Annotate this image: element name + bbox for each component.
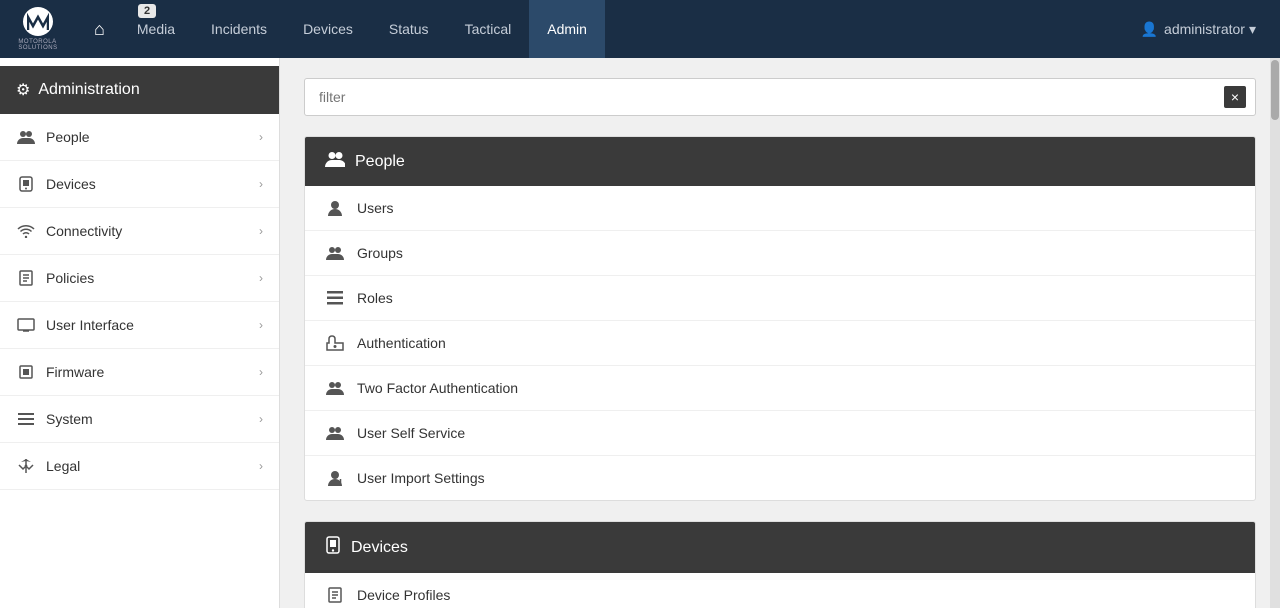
sidebar-system-label: System <box>46 411 93 427</box>
people-section-title: People <box>355 153 405 171</box>
device-profiles-item[interactable]: Device Profiles <box>305 573 1255 608</box>
people-section-header: People <box>305 137 1255 186</box>
sidebar-devices-label: Devices <box>46 176 96 192</box>
roles-item[interactable]: Roles <box>305 276 1255 321</box>
filter-input[interactable] <box>304 78 1256 116</box>
sidebar: ⚙ Administration People › Devices › <box>0 58 280 608</box>
home-button[interactable]: ⌂ <box>80 0 119 58</box>
device-profiles-icon <box>325 587 345 603</box>
import-label: User Import Settings <box>357 470 485 486</box>
roles-label: Roles <box>357 290 393 306</box>
sidebar-header: ⚙ Administration <box>0 66 279 114</box>
sidebar-item-connectivity[interactable]: Connectivity › <box>0 208 279 255</box>
self-service-label: User Self Service <box>357 425 465 441</box>
system-icon <box>16 409 36 429</box>
sidebar-policies-label: Policies <box>46 270 94 286</box>
filter-bar: × <box>304 78 1256 116</box>
people-icon <box>16 127 36 147</box>
users-item[interactable]: Users <box>305 186 1255 231</box>
two-factor-icon <box>325 381 345 395</box>
sidebar-people-label: People <box>46 129 90 145</box>
chevron-icon: › <box>259 459 263 473</box>
sidebar-item-user-interface[interactable]: User Interface › <box>0 302 279 349</box>
user-caret-icon: ▾ <box>1249 21 1256 38</box>
nav-devices[interactable]: Devices <box>285 0 371 58</box>
roles-icon <box>325 291 345 305</box>
scrollbar-thumb[interactable] <box>1271 60 1279 120</box>
chevron-icon: › <box>259 177 263 191</box>
user-self-service-item[interactable]: User Self Service <box>305 411 1255 456</box>
sidebar-item-firmware[interactable]: Firmware › <box>0 349 279 396</box>
user-import-item[interactable]: User Import Settings <box>305 456 1255 500</box>
username-label: administrator <box>1164 21 1245 37</box>
chevron-icon: › <box>259 224 263 238</box>
import-icon <box>325 470 345 486</box>
devices-section-header: Devices <box>305 522 1255 573</box>
groups-item[interactable]: Groups <box>305 231 1255 276</box>
content-area: × People Users Groups <box>280 58 1280 608</box>
wifi-icon <box>16 221 36 241</box>
chevron-icon: › <box>259 412 263 426</box>
devices-section: Devices Device Profiles <box>304 521 1256 608</box>
scrollbar-track[interactable] <box>1270 58 1280 608</box>
sidebar-item-system[interactable]: System › <box>0 396 279 443</box>
nav-incidents[interactable]: Incidents <box>193 0 285 58</box>
two-factor-item[interactable]: Two Factor Authentication <box>305 366 1255 411</box>
sidebar-ui-label: User Interface <box>46 317 134 333</box>
sidebar-connectivity-label: Connectivity <box>46 223 122 239</box>
chevron-icon: › <box>259 271 263 285</box>
firmware-icon <box>16 362 36 382</box>
nav-tactical[interactable]: Tactical <box>447 0 530 58</box>
sidebar-item-people[interactable]: People › <box>0 114 279 161</box>
chevron-icon: › <box>259 365 263 379</box>
logo-circle <box>23 7 53 36</box>
nav-admin[interactable]: Admin <box>529 0 605 58</box>
user-menu[interactable]: 👤 administrator ▾ <box>1129 21 1268 38</box>
sidebar-item-legal[interactable]: Legal › <box>0 443 279 490</box>
brand: MOTOROLASOLUTIONS <box>12 7 64 51</box>
motorola-m-icon <box>27 13 49 31</box>
devices-icon <box>16 174 36 194</box>
devices-section-icon <box>325 536 341 559</box>
devices-section-title: Devices <box>351 539 408 557</box>
self-service-icon <box>325 426 345 440</box>
user-icon: 👤 <box>1141 21 1158 38</box>
gear-icon: ⚙ <box>16 80 30 100</box>
filter-clear-button[interactable]: × <box>1224 86 1246 108</box>
chevron-icon: › <box>259 318 263 332</box>
sidebar-legal-label: Legal <box>46 458 80 474</box>
authentication-label: Authentication <box>357 335 446 351</box>
users-label: Users <box>357 200 394 216</box>
device-profiles-label: Device Profiles <box>357 587 450 603</box>
sidebar-item-policies[interactable]: Policies › <box>0 255 279 302</box>
authentication-item[interactable]: Authentication <box>305 321 1255 366</box>
people-section-icon <box>325 151 345 172</box>
authentication-icon <box>325 335 345 351</box>
sidebar-item-devices[interactable]: Devices › <box>0 161 279 208</box>
sidebar-firmware-label: Firmware <box>46 364 104 380</box>
chevron-icon: › <box>259 130 263 144</box>
filter-input-wrap: × <box>304 78 1256 116</box>
nav-status[interactable]: Status <box>371 0 447 58</box>
policies-icon <box>16 268 36 288</box>
home-icon: ⌂ <box>94 19 105 40</box>
main-container: ⚙ Administration People › Devices › <box>0 58 1280 608</box>
groups-icon <box>325 246 345 260</box>
user-icon <box>325 200 345 216</box>
nav-links: ⌂ Media Incidents Devices Status Tactica… <box>80 0 1129 58</box>
people-section: People Users Groups Roles <box>304 136 1256 501</box>
legal-icon <box>16 456 36 476</box>
groups-label: Groups <box>357 245 403 261</box>
motorola-logo: MOTOROLASOLUTIONS <box>12 7 64 51</box>
two-factor-label: Two Factor Authentication <box>357 380 518 396</box>
user-interface-icon <box>16 315 36 335</box>
motorola-text: MOTOROLASOLUTIONS <box>18 39 57 51</box>
sidebar-title: Administration <box>38 81 139 99</box>
nav-badge: 2 <box>138 4 156 18</box>
navbar: MOTOROLASOLUTIONS 2 ⌂ Media Incidents De… <box>0 0 1280 58</box>
